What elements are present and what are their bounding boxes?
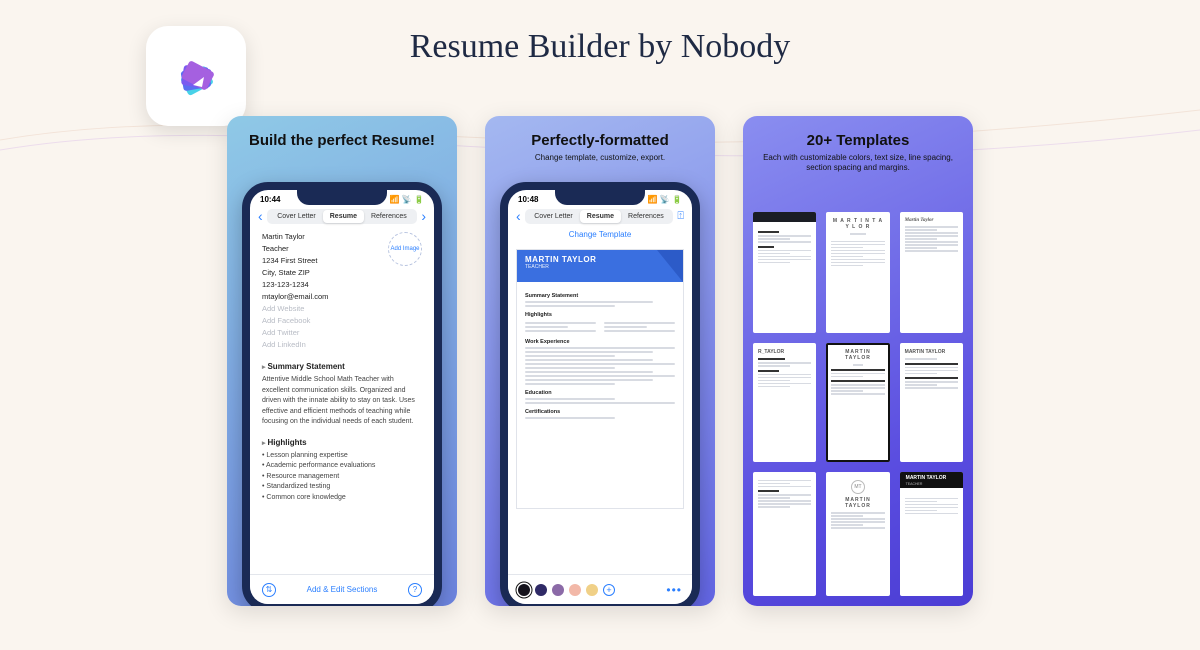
screenshot-2: Perfectly-formatted Change template, cus… xyxy=(485,116,715,606)
screenshot-3: 20+ Templates Each with customizable col… xyxy=(743,116,973,606)
contact-info[interactable]: Martin Taylor Teacher 1234 First Street … xyxy=(262,232,328,352)
forward-chevron-icon[interactable]: › xyxy=(421,208,426,224)
add-linkedin-link[interactable]: Add LinkedIn xyxy=(262,340,328,349)
help-button[interactable]: ? xyxy=(408,583,422,597)
template-thumb[interactable]: MARTIN TAYLORTEACHER xyxy=(900,472,963,596)
segment-control[interactable]: Cover Letter Resume References xyxy=(267,209,418,224)
template-grid: M A R T I N T A Y L O R Martin Taylor R_… xyxy=(743,212,973,606)
tab-resume[interactable]: Resume xyxy=(323,210,364,223)
screenshot-1: Build the perfect Resume! 10:44 📶 📡 🔋 ‹ … xyxy=(227,116,457,606)
add-facebook-link[interactable]: Add Facebook xyxy=(262,316,328,325)
status-time: 10:44 xyxy=(260,195,280,204)
tab-resume[interactable]: Resume xyxy=(580,210,621,223)
status-time: 10:48 xyxy=(518,195,538,204)
shot3-sub: Each with customizable colors, text size… xyxy=(757,153,959,174)
phone-mockup-2: 10:48 📶 📡 🔋 ‹ Cover Letter Resume Refere… xyxy=(500,182,700,606)
shot3-headline: 20+ Templates xyxy=(757,132,959,149)
highlights-list[interactable]: Lesson planning expertise Academic perfo… xyxy=(262,451,422,504)
template-thumb[interactable] xyxy=(753,472,816,596)
add-twitter-link[interactable]: Add Twitter xyxy=(262,328,328,337)
tab-references[interactable]: References xyxy=(621,210,671,223)
template-thumb-selected[interactable]: MARTIN TAYLOR xyxy=(826,343,889,462)
template-thumb[interactable] xyxy=(753,212,816,333)
shot2-sub: Change template, customize, export. xyxy=(499,153,701,163)
status-icons: 📶 📡 🔋 xyxy=(648,195,682,204)
color-swatch[interactable] xyxy=(569,584,581,596)
segment-control[interactable]: Cover Letter Resume References xyxy=(525,209,674,224)
back-chevron-icon[interactable]: ‹ xyxy=(258,208,263,224)
template-thumb[interactable]: MTMARTIN TAYLOR xyxy=(826,472,889,596)
app-icon xyxy=(146,26,246,126)
app-logo-icon xyxy=(163,43,229,109)
more-options-icon[interactable]: ••• xyxy=(666,583,682,597)
template-thumb[interactable]: M A R T I N T A Y L O R xyxy=(826,212,889,333)
status-icons: 📶 📡 🔋 xyxy=(390,195,424,204)
add-website-link[interactable]: Add Website xyxy=(262,304,328,313)
resume-preview[interactable]: MARTIN TAYLORTEACHER Summary Statement H… xyxy=(516,249,684,509)
shot1-headline: Build the perfect Resume! xyxy=(241,132,443,149)
summary-heading[interactable]: Summary Statement xyxy=(262,362,422,371)
summary-body[interactable]: Attentive Middle School Math Teacher wit… xyxy=(262,375,422,428)
add-image-button[interactable]: Add Image xyxy=(388,232,422,266)
share-icon[interactable]: ⍐ xyxy=(677,210,684,223)
tab-cover-letter[interactable]: Cover Letter xyxy=(270,210,323,223)
add-edit-sections-button[interactable]: Add & Edit Sections xyxy=(307,585,378,594)
template-thumb[interactable]: Martin Taylor xyxy=(900,212,963,333)
reorder-button[interactable]: ⇅ xyxy=(262,583,276,597)
shot2-headline: Perfectly-formatted xyxy=(499,132,701,149)
add-color-button[interactable]: + xyxy=(603,584,615,596)
color-swatch[interactable] xyxy=(518,584,530,596)
color-swatch[interactable] xyxy=(552,584,564,596)
tab-references[interactable]: References xyxy=(364,210,414,223)
change-template-button[interactable]: Change Template xyxy=(508,226,692,245)
back-chevron-icon[interactable]: ‹ xyxy=(516,208,521,224)
phone-mockup-1: 10:44 📶 📡 🔋 ‹ Cover Letter Resume Refere… xyxy=(242,182,442,606)
template-thumb[interactable]: MARTIN TAYLOR xyxy=(900,343,963,462)
template-thumb[interactable]: R_TAYLOR xyxy=(753,343,816,462)
color-swatch[interactable] xyxy=(535,584,547,596)
color-swatch[interactable] xyxy=(586,584,598,596)
highlights-heading[interactable]: Highlights xyxy=(262,438,422,447)
tab-cover-letter[interactable]: Cover Letter xyxy=(527,210,580,223)
